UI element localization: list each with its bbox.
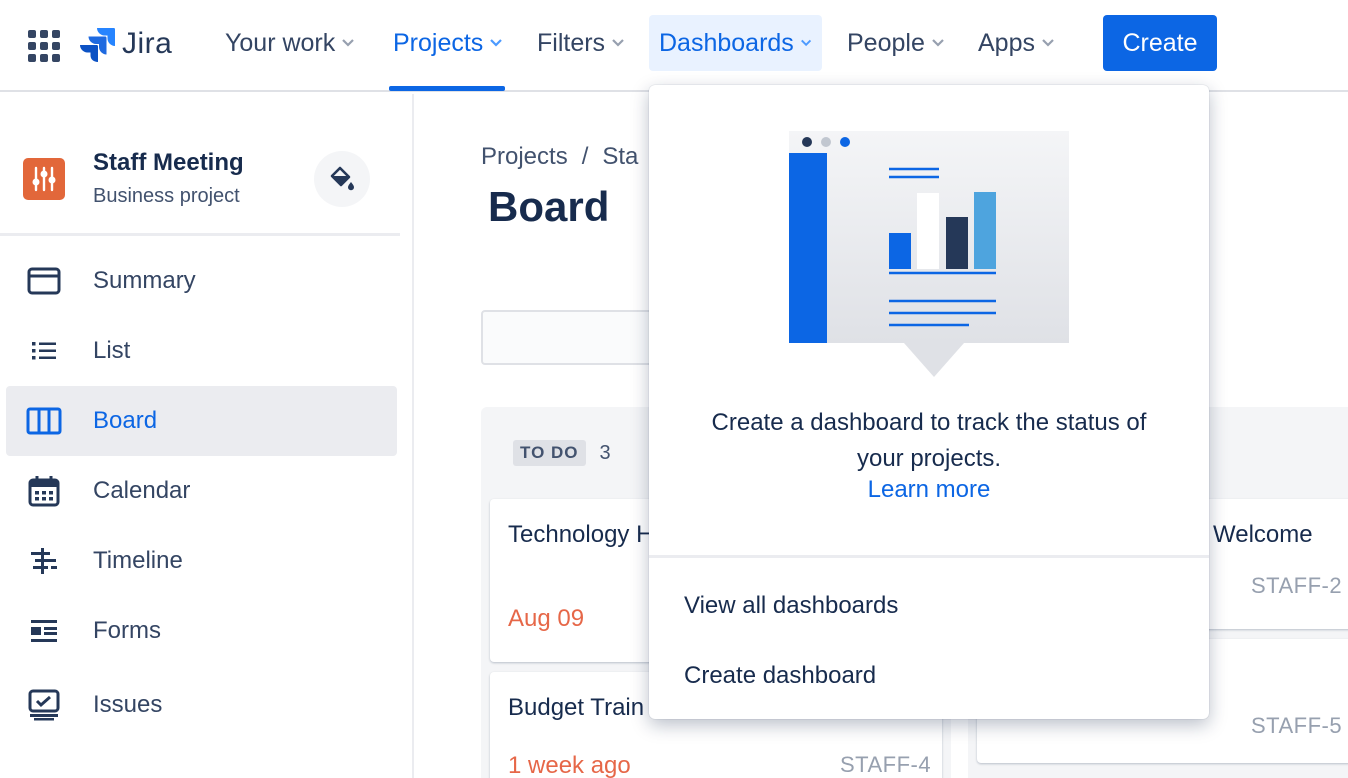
sidebar-item-label: Issues xyxy=(93,691,163,718)
dropdown-divider xyxy=(649,555,1209,558)
issue-key: STAFF-4 xyxy=(840,752,932,777)
logo-text: Jira xyxy=(122,27,173,60)
sidebar-item-label: Board xyxy=(93,407,158,434)
chevron-down-icon xyxy=(612,39,624,47)
paint-bucket-button[interactable] xyxy=(314,151,370,207)
sidebar-item-list[interactable]: List xyxy=(6,316,397,386)
project-name: Staff Meeting xyxy=(93,149,244,176)
paint-bucket-icon xyxy=(330,166,354,191)
status-badge: TO DO xyxy=(513,440,586,466)
issue-count: 3 xyxy=(599,441,611,464)
breadcrumb-current-project[interactable]: Sta xyxy=(602,143,638,171)
chevron-down-icon xyxy=(800,39,811,47)
create-dashboard-item[interactable]: Create dashboard xyxy=(649,641,1209,711)
project-sidebar: Staff Meeting Business project Summary L… xyxy=(0,94,414,778)
nav-your-work[interactable]: Your work xyxy=(215,15,365,71)
sidebar-item-board[interactable]: Board xyxy=(6,386,397,456)
sidebar-item-label: List xyxy=(93,337,131,364)
nav-projects-label: Projects xyxy=(393,28,484,57)
dashboards-dropdown: Create a dashboard to track the status o… xyxy=(649,85,1209,719)
nav-people-label: People xyxy=(847,28,925,57)
column-header: TO DO 3 xyxy=(513,440,611,466)
nav-filters-label: Filters xyxy=(537,28,606,57)
sidebar-item-label: Forms xyxy=(93,617,161,644)
learn-more-link[interactable]: Learn more xyxy=(649,476,1209,504)
issue-title: Welcome xyxy=(1213,521,1313,548)
chevron-down-icon xyxy=(342,39,355,47)
jira-logo-icon xyxy=(80,28,115,62)
project-header: Staff Meeting Business project xyxy=(0,94,400,236)
nav-filters[interactable]: Filters xyxy=(527,15,635,71)
board-icon xyxy=(26,403,62,439)
timeline-icon xyxy=(26,543,62,579)
sidebar-item-label: Timeline xyxy=(93,547,183,574)
nav-apps[interactable]: Apps xyxy=(968,15,1065,71)
issue-key: STAFF-2 xyxy=(1251,573,1343,598)
app-switcher-icon[interactable] xyxy=(26,28,60,62)
nav-people[interactable]: People xyxy=(837,15,955,71)
issues-icon xyxy=(26,687,62,723)
create-button[interactable]: Create xyxy=(1103,15,1217,71)
nav-dashboards[interactable]: Dashboards xyxy=(649,15,822,71)
dashboard-description: Create a dashboard to track the status o… xyxy=(711,409,1147,472)
breadcrumb: Projects / Sta xyxy=(481,143,638,171)
sidebar-item-label: Summary xyxy=(93,267,196,294)
sidebar-item-calendar[interactable]: Calendar xyxy=(6,456,397,526)
chevron-down-icon xyxy=(490,39,503,47)
project-avatar[interactable] xyxy=(23,158,65,200)
nav-projects[interactable]: Projects xyxy=(383,15,513,71)
project-type: Business project xyxy=(93,185,240,207)
jira-logo[interactable]: Jira xyxy=(80,22,172,66)
sidebar-item-timeline[interactable]: Timeline xyxy=(6,526,397,596)
sliders-icon xyxy=(32,166,56,192)
nav-apps-label: Apps xyxy=(978,28,1035,57)
breadcrumb-separator: / xyxy=(581,143,589,170)
chevron-down-icon xyxy=(1042,39,1054,47)
forms-icon xyxy=(26,613,62,649)
sidebar-item-label: Calendar xyxy=(93,477,191,504)
calendar-icon xyxy=(26,473,62,509)
nav-your-work-label: Your work xyxy=(225,28,336,57)
sidebar-item-summary[interactable]: Summary xyxy=(6,246,397,316)
sidebar-item-issues[interactable]: Issues xyxy=(6,670,397,740)
nav-active-indicator xyxy=(389,86,505,91)
sidebar-item-forms[interactable]: Forms xyxy=(6,596,397,666)
due-date: 1 week ago xyxy=(508,752,631,778)
due-date: Aug 09 xyxy=(508,605,585,632)
top-navigation: Jira Your work Projects Filters Dashboar… xyxy=(0,0,1348,92)
nav-dashboards-label: Dashboards xyxy=(659,28,794,57)
list-icon xyxy=(26,333,62,369)
page-title: Board xyxy=(488,183,610,230)
summary-icon xyxy=(26,263,62,299)
breadcrumb-projects[interactable]: Projects xyxy=(481,143,568,171)
view-all-dashboards-item[interactable]: View all dashboards xyxy=(649,571,1209,641)
dashboard-illustration xyxy=(789,131,1069,377)
issue-key: STAFF-5 xyxy=(1251,713,1343,738)
board-search-input[interactable] xyxy=(481,310,661,365)
chevron-down-icon xyxy=(932,39,944,47)
